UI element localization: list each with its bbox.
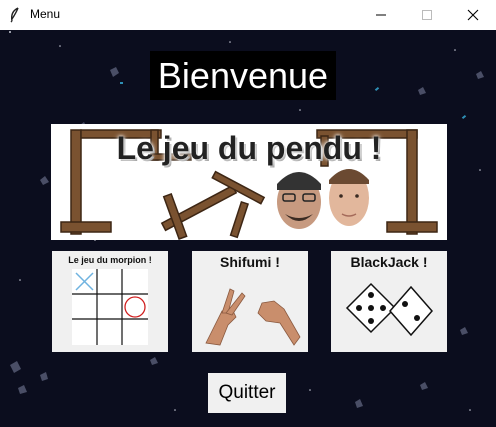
face-1: [277, 172, 321, 229]
dice-icon: [345, 282, 433, 337]
close-icon: [467, 9, 479, 21]
maximize-icon: [422, 10, 432, 20]
minimize-button[interactable]: [358, 0, 404, 30]
tictactoe-game-button[interactable]: Le jeu du morpion !: [52, 251, 168, 352]
shifumi-game-button[interactable]: Shifumi !: [192, 251, 308, 352]
window-title: Menu: [30, 7, 61, 21]
quit-button[interactable]: Quitter: [208, 373, 286, 413]
blackjack-game-button[interactable]: BlackJack !: [331, 251, 447, 352]
main-canvas: Bienvenue Le jeu du pendu ! Le jeu du mo…: [0, 30, 496, 427]
minimize-icon: [376, 14, 386, 16]
maximize-button[interactable]: [404, 0, 450, 30]
tictactoe-board-icon: [72, 269, 148, 345]
face-2: [329, 169, 369, 226]
rock-scissors-hands-icon: [205, 288, 301, 346]
hangman-title: Le jeu du pendu !: [116, 130, 382, 166]
title-bar: Menu: [0, 0, 496, 30]
close-button[interactable]: [450, 0, 496, 30]
feather-icon: [10, 7, 19, 23]
welcome-title: Bienvenue: [150, 51, 336, 100]
hangman-game-button[interactable]: Le jeu du pendu !: [51, 124, 447, 240]
